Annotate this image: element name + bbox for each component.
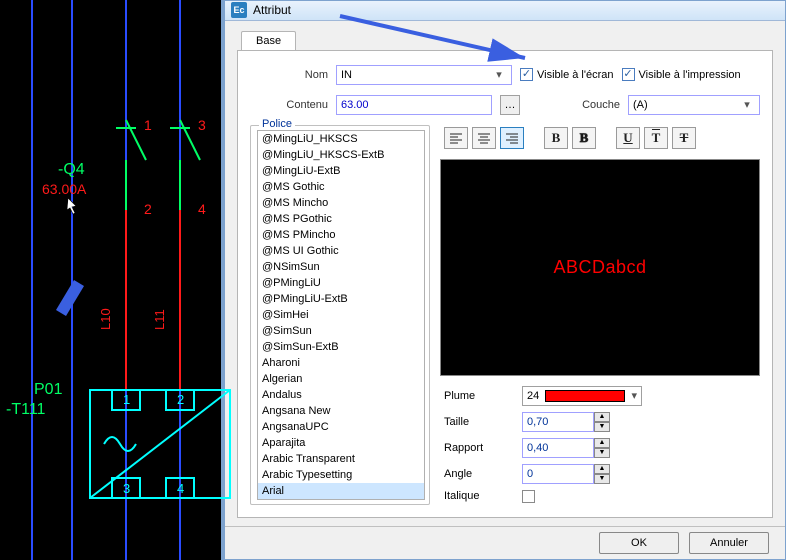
pen-dropdown[interactable]: 24 ▾: [522, 386, 642, 406]
font-option[interactable]: Arial: [258, 483, 424, 499]
layer-dropdown[interactable]: (A) ▾: [628, 95, 760, 115]
svg-text:L10: L10: [98, 308, 113, 330]
chevron-down-icon: ▾: [491, 68, 507, 81]
visible-print-checkbox[interactable]: ✓ Visible à l'impression: [622, 68, 741, 81]
attribute-dialog: Ec Attribut Base Nom IN ▾: [224, 0, 786, 560]
spin-down-icon[interactable]: ▼: [594, 422, 610, 432]
font-option[interactable]: @MS Gothic: [258, 179, 424, 195]
font-option[interactable]: Andalus: [258, 387, 424, 403]
svg-text:-T111: -T111: [6, 401, 46, 418]
font-option[interactable]: Aparajita: [258, 435, 424, 451]
svg-text:1: 1: [144, 117, 152, 133]
font-option[interactable]: @NSimSun: [258, 259, 424, 275]
cancel-button[interactable]: Annuler: [689, 532, 769, 554]
font-group: Police @MingLiU_HKSCS@MingLiU_HKSCS-ExtB…: [250, 125, 430, 505]
tab-base[interactable]: Base: [241, 31, 296, 50]
font-option[interactable]: @MingLiU_HKSCS: [258, 131, 424, 147]
angle-spinner[interactable]: ▲▼: [522, 464, 610, 484]
text-format-toolbar: B B U T T: [440, 125, 760, 151]
content-value: 63.00: [341, 99, 369, 111]
font-option[interactable]: Arabic Transparent: [258, 451, 424, 467]
font-option[interactable]: Algerian: [258, 371, 424, 387]
visible-screen-label: Visible à l'écran: [537, 69, 614, 81]
font-option[interactable]: @SimHei: [258, 307, 424, 323]
align-center-button[interactable]: [472, 127, 496, 149]
underline-button[interactable]: U: [616, 127, 640, 149]
visible-screen-checkbox[interactable]: ✓ Visible à l'écran: [520, 68, 614, 81]
font-list[interactable]: @MingLiU_HKSCS@MingLiU_HKSCS-ExtB@MingLi…: [257, 130, 425, 500]
schematic-canvas[interactable]: 1 3 2 4 L10 L11 1 2 3 4 P01 -T111 -Q4 63…: [0, 0, 224, 560]
ok-button[interactable]: OK: [599, 532, 679, 554]
window-title: Attribut: [253, 3, 291, 17]
italic-checkbox[interactable]: [522, 490, 535, 503]
titlebar[interactable]: Ec Attribut: [225, 1, 785, 21]
ratio-label: Rapport: [444, 442, 514, 454]
overline-button[interactable]: T: [644, 127, 668, 149]
size-spinner[interactable]: ▲▼: [522, 412, 610, 432]
font-option[interactable]: @MingLiU_HKSCS-ExtB: [258, 147, 424, 163]
font-option[interactable]: @MS PMincho: [258, 227, 424, 243]
font-option[interactable]: Angsana New: [258, 403, 424, 419]
content-input[interactable]: 63.00: [336, 95, 492, 115]
font-option[interactable]: @PMingLiU-ExtB: [258, 291, 424, 307]
content-browse-button[interactable]: …: [500, 95, 520, 115]
align-right-button[interactable]: [500, 127, 524, 149]
font-option[interactable]: @PMingLiU: [258, 275, 424, 291]
bold-button[interactable]: B: [544, 127, 568, 149]
font-option[interactable]: @MS UI Gothic: [258, 243, 424, 259]
italic-label: Italique: [444, 490, 514, 502]
font-option[interactable]: AngsanaUPC: [258, 419, 424, 435]
pen-number: 24: [527, 390, 539, 402]
spin-down-icon[interactable]: ▼: [594, 448, 610, 458]
spin-up-icon[interactable]: ▲: [594, 464, 610, 474]
ratio-input[interactable]: [522, 438, 594, 458]
svg-text:3: 3: [123, 481, 130, 496]
align-left-button[interactable]: [444, 127, 468, 149]
layer-label: Couche: [570, 99, 620, 111]
font-option[interactable]: @SimSun: [258, 323, 424, 339]
spin-up-icon[interactable]: ▲: [594, 412, 610, 422]
font-option[interactable]: @SimSun-ExtB: [258, 339, 424, 355]
svg-text:-Q4: -Q4: [58, 161, 85, 178]
svg-text:2: 2: [177, 392, 184, 407]
spin-down-icon[interactable]: ▼: [594, 474, 610, 484]
bold-outline-button[interactable]: B: [572, 127, 596, 149]
layer-value: (A): [633, 99, 648, 111]
angle-label: Angle: [444, 468, 514, 480]
spin-up-icon[interactable]: ▲: [594, 438, 610, 448]
font-option[interactable]: @MS Mincho: [258, 195, 424, 211]
svg-text:4: 4: [198, 201, 206, 217]
font-option[interactable]: Aharoni: [258, 355, 424, 371]
pen-label: Plume: [444, 390, 514, 402]
font-legend: Police: [259, 118, 295, 130]
svg-text:1: 1: [123, 392, 130, 407]
ratio-spinner[interactable]: ▲▼: [522, 438, 610, 458]
svg-text:63.00A: 63.00A: [42, 181, 87, 197]
checkbox-checked-icon: ✓: [520, 68, 533, 81]
name-label: Nom: [250, 69, 328, 81]
svg-text:L11: L11: [152, 309, 167, 330]
svg-text:2: 2: [144, 201, 152, 217]
svg-text:4: 4: [177, 481, 184, 496]
svg-text:P01: P01: [34, 381, 63, 398]
font-option[interactable]: Arabic Typesetting: [258, 467, 424, 483]
preview-text: ABCDabcd: [553, 257, 646, 278]
size-label: Taille: [444, 416, 514, 428]
visible-print-label: Visible à l'impression: [639, 69, 741, 81]
pen-color-swatch: [545, 390, 625, 402]
font-option[interactable]: @MingLiU-ExtB: [258, 163, 424, 179]
chevron-down-icon: ▾: [631, 389, 637, 402]
strikethrough-button[interactable]: T: [672, 127, 696, 149]
name-value: IN: [341, 69, 352, 81]
angle-input[interactable]: [522, 464, 594, 484]
name-dropdown[interactable]: IN ▾: [336, 65, 512, 85]
dialog-footer: OK Annuler: [225, 526, 785, 559]
chevron-down-icon: ▾: [739, 98, 755, 111]
size-input[interactable]: [522, 412, 594, 432]
checkbox-checked-icon: ✓: [622, 68, 635, 81]
font-option[interactable]: @MS PGothic: [258, 211, 424, 227]
content-label: Contenu: [250, 99, 328, 111]
svg-text:3: 3: [198, 117, 206, 133]
font-preview: ABCDabcd: [440, 159, 760, 376]
